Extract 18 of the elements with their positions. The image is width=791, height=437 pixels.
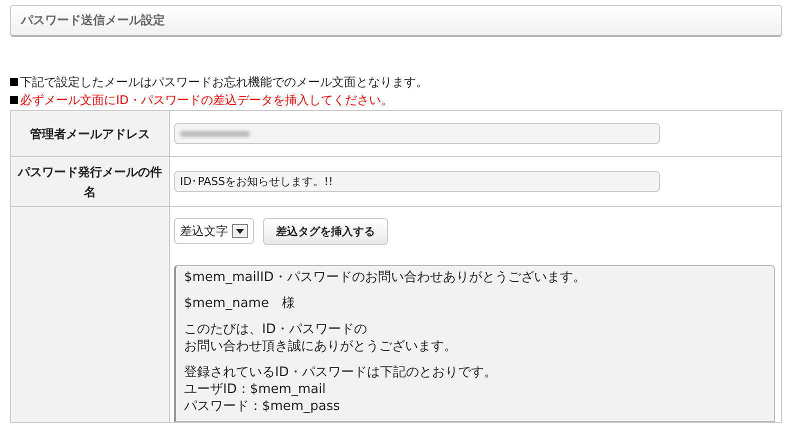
panel-title: パスワード送信メール設定 — [21, 12, 165, 29]
field-label: パスワード発行メールの件名 — [10, 156, 170, 206]
mail-body-line: お問い合わせ頂き誠にありがとうございます。 — [184, 338, 457, 355]
mail-body-textarea[interactable]: $mem_mailID・パスワードのお問い合わせありがとうございます。 $mem_name 様 このたびは、ID・パスワードの お問い合わせ頂き誠にありがとうございます。 登録されているID・パスワードは下記のとおりです。 ユーザID：$mem_mail パスワード：$mem_pass — [174, 265, 775, 422]
mail-body-line: このたびは、ID・パスワードの — [184, 321, 367, 338]
mail-body-line: パスワード：$mem_pass — [184, 398, 340, 415]
mail-body-line: ユーザID：$mem_mail — [184, 381, 326, 398]
blurred-text — [180, 130, 250, 136]
mail-body-line: $mem_name 様 — [184, 295, 295, 312]
tag-dropdown[interactable]: 差込文字 — [174, 218, 254, 244]
insert-tag-button[interactable]: 差込タグを挿入する — [263, 218, 388, 245]
warning-note: 必ずメール文面にID・パスワードの差込データを挿入してください。 — [10, 93, 782, 108]
mail-body-line: $mem_mailID・パスワードのお問い合わせありがとうございます。 — [184, 269, 586, 286]
subject-field[interactable]: ID･PASSをお知らせします。!! — [174, 171, 660, 192]
field-label: 管理者メールアドレス — [10, 110, 170, 156]
info-note: 下記で設定したメールはパスワードお忘れ機能でのメール文面となります。 — [10, 75, 782, 90]
email-field[interactable] — [174, 123, 660, 144]
mail-body-line: 登録されているID・パスワードは下記のとおりです。 — [184, 364, 497, 381]
